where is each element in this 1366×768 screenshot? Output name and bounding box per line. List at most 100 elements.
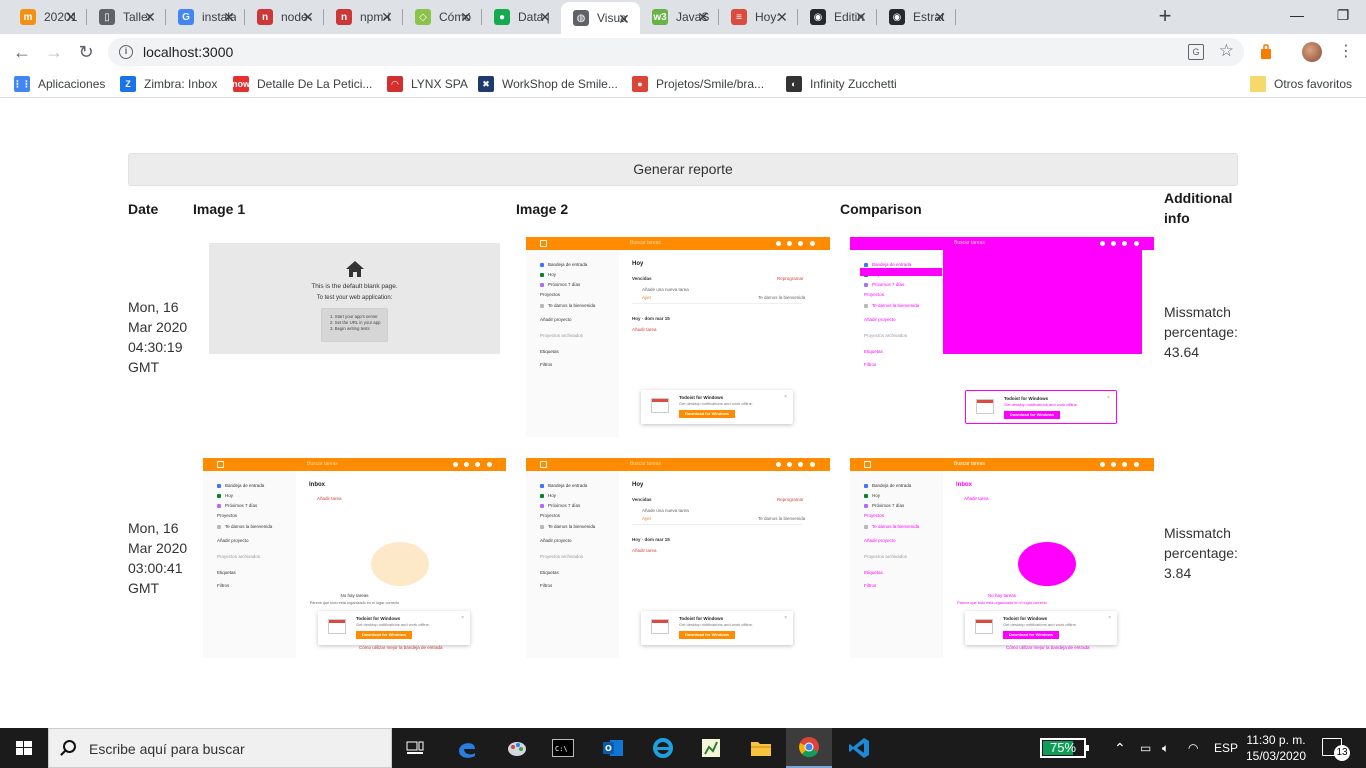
mini-page-title: Inbox	[309, 482, 325, 488]
tab-close-icon[interactable]: ✕	[300, 9, 316, 25]
taskbar-search-box[interactable]: Escribe aquí para buscar	[48, 728, 392, 768]
profile-avatar[interactable]	[1302, 42, 1322, 62]
mini-sidebar-dot-icon	[540, 503, 544, 508]
row2-date-line: Mar 2020	[128, 540, 188, 556]
row1-image1: This is the default blank page. To test …	[209, 243, 500, 354]
mini-close-icon: ×	[461, 615, 464, 621]
mini-close-icon: ×	[784, 615, 787, 621]
tab-close-icon[interactable]: ✕	[221, 9, 237, 25]
terminal-icon[interactable]: C:\	[540, 728, 586, 768]
generate-report-button[interactable]: Generar reporte	[128, 153, 1238, 186]
tab-favicon-icon: ▯	[99, 9, 115, 25]
browser-menu-icon[interactable]: ⋮	[1338, 42, 1354, 62]
browser-tab[interactable]: n npm-i ✕	[324, 0, 403, 34]
header-image1: Image 1	[193, 201, 246, 217]
mini-sidebar-label: Hoy	[548, 272, 557, 277]
browser-tab[interactable]: n node- ✕	[245, 0, 324, 34]
vscode-icon[interactable]	[836, 728, 882, 768]
file-explorer-icon[interactable]	[738, 728, 784, 768]
tab-close-icon[interactable]: ✕	[695, 9, 711, 25]
tab-strip: m 20201 ✕ ▯ Taller ✕ Ginstala ✕ n node- ✕ n npm-i ✕ ◇ C…	[0, 0, 1366, 34]
volume-muted-icon[interactable]: 🔈︎	[1162, 728, 1169, 768]
internet-explorer-icon[interactable]	[640, 728, 686, 768]
row1-info: Missmatch percentage: 43.64	[1164, 302, 1238, 362]
browser-tab[interactable]: ◉ Estrat ✕	[877, 0, 956, 34]
maximize-icon[interactable]: ❐	[1320, 0, 1366, 32]
mini-sidebar-item: Proyectos	[217, 513, 237, 518]
mini-task-text: Añade una nueva tarea	[642, 287, 689, 292]
mini-header-icon	[776, 241, 781, 246]
tab-close-icon[interactable]: ✕	[853, 9, 869, 25]
browser-tab[interactable]: ◉ Editin ✕	[798, 0, 877, 34]
mini-header-icon	[1100, 241, 1105, 246]
tab-close-icon[interactable]: ✕	[932, 9, 948, 25]
tab-close-icon[interactable]: ✕	[616, 11, 632, 27]
browser-tab[interactable]: Ginstala ✕	[166, 0, 245, 34]
mini-sidebar-item: Proyectos	[540, 513, 560, 518]
mini-popup-title: Todoist for Windows	[679, 616, 724, 621]
battery-tray-icon[interactable]: ▭	[1140, 728, 1151, 768]
reload-icon[interactable]: ↻	[74, 40, 98, 64]
bookmark-star-icon[interactable]: ☆	[1219, 41, 1234, 61]
task-view-icon[interactable]	[392, 728, 438, 768]
edge-icon[interactable]	[444, 728, 490, 768]
chrome-icon[interactable]	[786, 728, 832, 768]
forward-arrow-icon[interactable]: →	[42, 40, 66, 64]
new-tab-icon[interactable]: +	[1154, 5, 1176, 28]
bookmark-favicon-icon: ◠	[387, 76, 403, 92]
site-info-icon[interactable]: i	[119, 45, 133, 59]
address-bar[interactable]: i localhost:3000 G ☆	[108, 38, 1244, 66]
mini-sidebar-item: Bandeja de entrada	[864, 483, 911, 488]
row1-image2: Buscar tareas Bandeja de entrada Hoy Próxim…	[526, 237, 830, 437]
clock-date: 15/03/2020	[1245, 749, 1307, 763]
mini-sidebar-item: Hoy	[540, 493, 556, 498]
spreadsheet-icon[interactable]	[688, 728, 734, 768]
mini-sidebar-label: Proyectos archivados	[217, 554, 261, 559]
paint-icon[interactable]	[494, 728, 540, 768]
translate-icon[interactable]: G	[1188, 44, 1204, 60]
mini-sidebar-label: Próximos 7 días	[872, 503, 905, 508]
bookmark-item[interactable]: Z Zimbra: Inbox	[120, 76, 217, 92]
tab-close-icon[interactable]: ✕	[537, 9, 553, 25]
browser-tab[interactable]: w3 JavaS ✕	[640, 0, 719, 34]
browser-tab[interactable]: ◇ Cómo ✕	[403, 0, 482, 34]
outlook-icon[interactable]: O	[590, 728, 636, 768]
minimize-icon[interactable]: —	[1274, 0, 1320, 32]
windows-start-icon[interactable]	[0, 728, 48, 768]
browser-tab[interactable]: ◍ Visua ✕	[561, 2, 640, 34]
tab-favicon-icon: ◉	[889, 9, 905, 25]
mini-popup-title: Todoist for Windows	[1004, 396, 1049, 401]
other-bookmarks[interactable]: Otros favoritos	[1250, 76, 1352, 92]
windows-taskbar: Escribe aquí para buscar C:\ O ⌃ ▭ 🔈︎ ◠ 7…	[0, 728, 1366, 768]
browser-tab[interactable]: ▯ Taller ✕	[87, 0, 166, 34]
taskbar-clock[interactable]: 11:30 p. m. 15/03/2020	[1238, 732, 1314, 764]
browser-tab[interactable]: m 20201 ✕	[8, 0, 87, 34]
mini-app-header: Buscar tareas	[850, 458, 1154, 471]
bookmark-item[interactable]: ◠ LYNX SPA	[387, 76, 468, 92]
mini-sidebar-label: Hoy	[872, 493, 881, 498]
bookmark-item[interactable]: ● Projetos/Smile/bra...	[632, 76, 764, 92]
language-indicator[interactable]: ESP	[1214, 728, 1238, 768]
bookmark-item[interactable]: ✖ WorkShop de Smile...	[478, 76, 618, 92]
wifi-icon[interactable]: ◠	[1188, 728, 1198, 768]
tab-close-icon[interactable]: ✕	[142, 9, 158, 25]
mini-sidebar-label: Filtros	[864, 362, 877, 367]
bookmark-item[interactable]: ⋮⋮ Aplicaciones	[13, 76, 105, 92]
browser-tab[interactable]: ● Data | ✕	[482, 0, 561, 34]
battery-meter[interactable]: 75%	[1040, 738, 1089, 758]
tab-close-icon[interactable]: ✕	[458, 9, 474, 25]
tab-close-icon[interactable]: ✕	[379, 9, 395, 25]
bookmark-item[interactable]: ◐ Infinity Zucchetti	[786, 76, 897, 92]
notification-center-icon[interactable]: 13	[1322, 738, 1350, 761]
extension-icon[interactable]	[1258, 44, 1274, 60]
tab-close-icon[interactable]: ✕	[774, 9, 790, 25]
browser-tab[interactable]: ≡ Hoy: ✕	[719, 0, 798, 34]
other-bookmarks-label: Otros favoritos	[1274, 77, 1353, 91]
url-text[interactable]: localhost:3000	[143, 44, 233, 60]
back-arrow-icon[interactable]: ←	[10, 40, 34, 64]
tray-chevron-icon[interactable]: ⌃	[1114, 728, 1126, 768]
bookmark-favicon-icon: ⋮⋮	[13, 76, 31, 92]
bookmark-item[interactable]: now Detalle De La Petici...	[232, 76, 372, 92]
tab-close-icon[interactable]: ✕	[63, 9, 79, 25]
mini-sidebar-item: Proyectos	[540, 292, 560, 297]
